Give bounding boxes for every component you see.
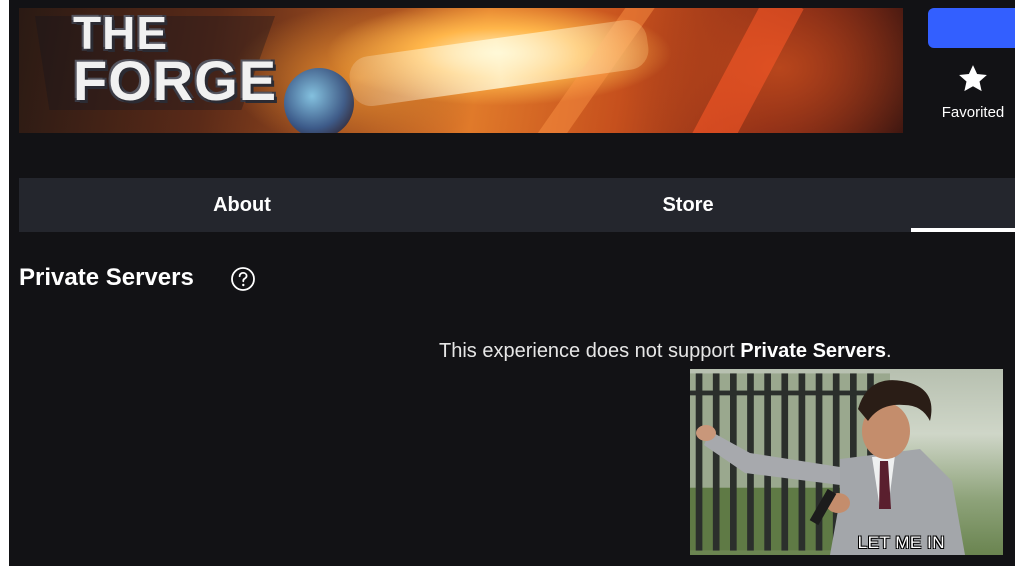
tab-store-label: Store: [662, 193, 714, 216]
game-banner: THE FORGE: [19, 8, 903, 133]
active-tab-indicator: [911, 228, 1015, 232]
tab-servers[interactable]: [911, 178, 1015, 232]
tab-bar: About Store: [19, 178, 1015, 232]
message-highlight: Private Servers: [740, 340, 886, 362]
play-button[interactable]: [928, 8, 1015, 48]
person-graphic: [696, 380, 965, 555]
meme-overlay-image: LET ME IN: [690, 369, 1003, 555]
message-text: This experience does not support: [439, 340, 741, 362]
tab-about[interactable]: About: [19, 178, 465, 232]
section-title: Private Servers: [19, 264, 194, 291]
logo-text-forge: FORGE: [73, 49, 278, 112]
favorite-button[interactable]: Favorited: [928, 62, 1015, 121]
tab-about-label: About: [213, 193, 271, 216]
game-page: THE FORGE Favorited About Store Private …: [9, 0, 1015, 566]
tab-store[interactable]: Store: [465, 178, 911, 232]
star-icon: [959, 65, 987, 92]
favorite-label: Favorited: [941, 104, 1005, 121]
help-circle-icon[interactable]: [230, 266, 256, 297]
message-period: .: [885, 340, 892, 362]
meme-caption: LET ME IN: [857, 533, 945, 552]
no-private-servers-message: This experience does not support Private…: [439, 340, 892, 363]
